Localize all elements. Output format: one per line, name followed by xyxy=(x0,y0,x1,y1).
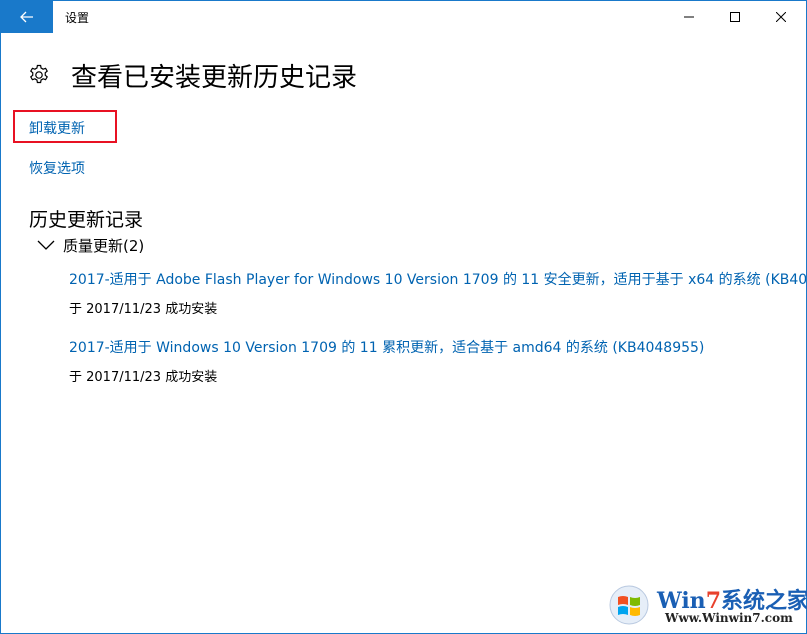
update-item-status: 于 2017/11/23 成功安装 xyxy=(69,370,218,385)
page-header: 查看已安装更新历史记录 xyxy=(27,57,357,93)
recovery-options-link[interactable]: 恢复选项 xyxy=(29,158,85,178)
settings-window: 设置 查看已安装更新历史记录 卸载更新 恢复选项 历史更新记录 质量更新(2) … xyxy=(0,0,807,634)
close-button[interactable] xyxy=(758,1,804,33)
chevron-down-icon xyxy=(37,240,55,250)
arrow-left-icon xyxy=(20,11,33,23)
quality-updates-label: 质量更新(2) xyxy=(63,236,145,255)
window-title: 设置 xyxy=(65,11,90,25)
update-item-status: 于 2017/11/23 成功安装 xyxy=(69,302,218,317)
maximize-icon xyxy=(730,12,740,22)
update-history-heading: 历史更新记录 xyxy=(29,209,144,231)
uninstall-updates-link[interactable]: 卸载更新 xyxy=(29,118,85,138)
maximize-button[interactable] xyxy=(712,1,758,33)
page-title: 查看已安装更新历史记录 xyxy=(71,62,358,93)
watermark: Win7系统之家 Www.Winwin7.com xyxy=(605,583,807,631)
minimize-button[interactable] xyxy=(666,1,712,33)
back-button[interactable] xyxy=(1,1,53,33)
title-bar: 设置 xyxy=(1,1,806,33)
windows-logo-icon xyxy=(609,585,649,625)
gear-icon xyxy=(30,64,48,84)
update-item-title[interactable]: 2017-适用于 Windows 10 Version 1709 的 11 累积… xyxy=(69,337,806,357)
quality-updates-group-toggle[interactable]: 质量更新(2) xyxy=(37,234,144,256)
update-item-title[interactable]: 2017-适用于 Adobe Flash Player for Windows … xyxy=(69,269,806,289)
close-icon xyxy=(776,12,786,22)
watermark-url: Www.Winwin7.com xyxy=(665,611,793,625)
minimize-icon xyxy=(684,16,694,18)
